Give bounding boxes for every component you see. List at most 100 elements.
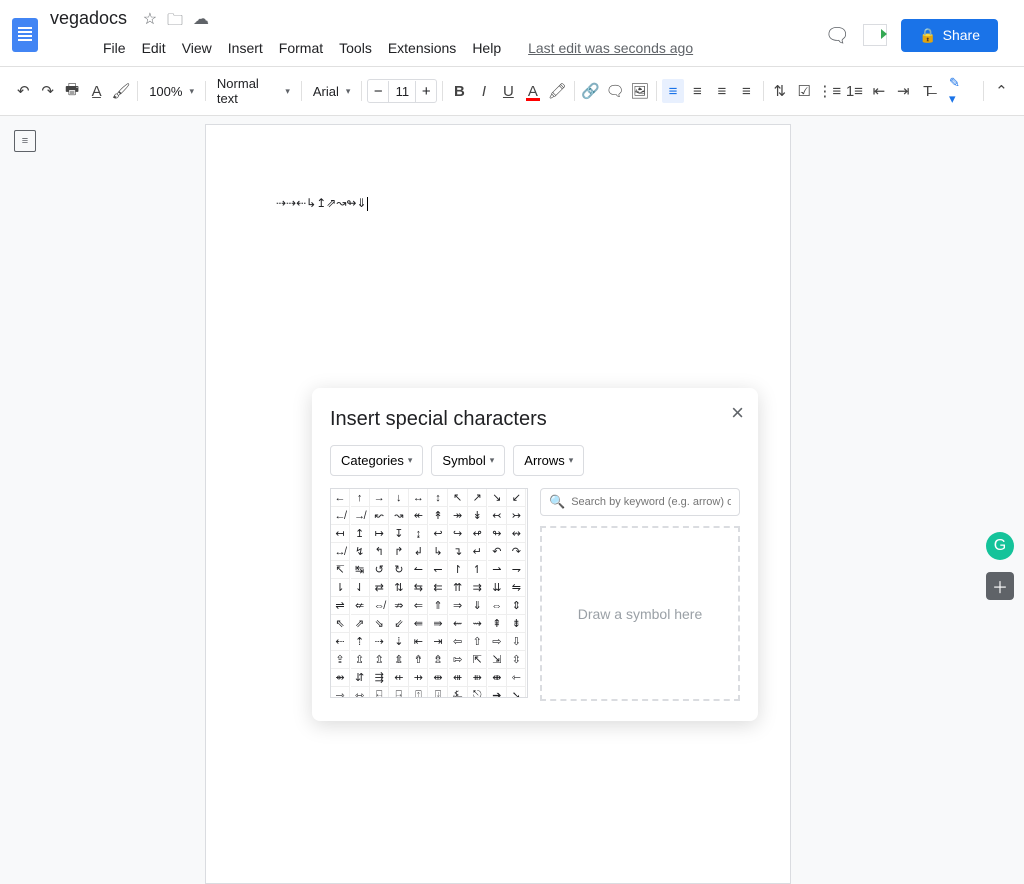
char-cell[interactable]: ⍗ [429, 687, 448, 698]
char-cell[interactable]: ← [331, 489, 350, 507]
draw-symbol-canvas[interactable]: Draw a symbol here [540, 526, 740, 701]
redo-button[interactable]: ↷ [36, 79, 58, 103]
char-cell[interactable]: ⇥ [429, 633, 448, 651]
char-cell[interactable]: ⇚ [409, 615, 428, 633]
comments-history-icon[interactable]: 🗨 [825, 23, 849, 47]
char-cell[interactable]: ↔ [409, 489, 428, 507]
char-cell[interactable]: ⇒ [449, 597, 468, 615]
docs-logo[interactable] [12, 18, 38, 52]
char-cell[interactable]: ↛ [351, 507, 370, 525]
char-cell[interactable]: ⇨ [488, 633, 507, 651]
char-cell[interactable]: ↷ [507, 543, 526, 561]
char-cell[interactable]: ↢ [488, 507, 507, 525]
char-cell[interactable]: ⇏ [390, 597, 409, 615]
menu-tools[interactable]: Tools [332, 36, 379, 60]
char-cell[interactable]: ⇔ [488, 597, 507, 615]
char-cell[interactable]: ↨ [409, 525, 428, 543]
char-cell[interactable]: ↦ [370, 525, 389, 543]
char-cell[interactable]: ⇠ [331, 633, 350, 651]
char-cell[interactable]: ↕ [429, 489, 448, 507]
char-cell[interactable]: ⇪ [331, 651, 350, 669]
font-size-input[interactable]: 11 [388, 81, 416, 102]
close-button[interactable]: × [731, 400, 744, 426]
char-cell[interactable]: ➘ [507, 687, 526, 698]
add-on-button[interactable]: ＋ [986, 572, 1014, 600]
char-cell[interactable]: ↝ [390, 507, 409, 525]
char-cell[interactable]: ⇭ [390, 651, 409, 669]
star-icon[interactable]: ☆ [143, 9, 157, 36]
char-cell[interactable]: ⇡ [351, 633, 370, 651]
char-cell[interactable]: ⇀ [488, 561, 507, 579]
char-cell[interactable]: ↽ [429, 561, 448, 579]
char-cell[interactable]: ⇣ [390, 633, 409, 651]
char-cell[interactable]: ⇙ [390, 615, 409, 633]
char-cell[interactable]: ⇢ [370, 633, 389, 651]
insert-link-button[interactable]: 🔗 [579, 79, 601, 103]
char-cell[interactable]: ↰ [370, 543, 389, 561]
char-cell[interactable]: ⇺ [449, 669, 468, 687]
char-cell[interactable]: ↶ [488, 543, 507, 561]
expand-button[interactable]: ⌃ [991, 79, 1012, 103]
char-cell[interactable]: ↳ [429, 543, 448, 561]
char-cell[interactable]: ⇊ [488, 579, 507, 597]
char-cell[interactable]: ↡ [468, 507, 487, 525]
char-cell[interactable]: ➔ [488, 687, 507, 698]
char-cell[interactable]: ⇩ [507, 633, 526, 651]
increase-indent-button[interactable]: ⇥ [892, 79, 914, 103]
char-cell[interactable]: ↤ [331, 525, 350, 543]
char-cell[interactable]: ⇄ [370, 579, 389, 597]
print-button[interactable]: 🖶 [61, 79, 83, 103]
char-cell[interactable]: ⇾ [331, 687, 350, 698]
char-cell[interactable]: ⇦ [449, 633, 468, 651]
menu-format[interactable]: Format [272, 36, 330, 60]
document-title[interactable]: vegadocs [46, 6, 131, 31]
align-justify-button[interactable]: ≡ [735, 79, 757, 103]
char-cell[interactable]: ↓ [390, 489, 409, 507]
char-cell[interactable]: ⇎ [370, 597, 389, 615]
editing-mode-button[interactable]: ✎ ▾ [941, 71, 976, 111]
char-cell[interactable]: ↑ [351, 489, 370, 507]
spellcheck-button[interactable]: A̲ [85, 79, 107, 103]
char-cell[interactable]: ⇳ [507, 651, 526, 669]
text-color-button[interactable]: A [522, 79, 544, 103]
share-button[interactable]: 🔒Share [901, 19, 998, 52]
bulleted-list-button[interactable]: ⋮≡ [817, 79, 841, 103]
increase-font-button[interactable]: + [416, 80, 436, 102]
char-cell[interactable]: ⇹ [429, 669, 448, 687]
insert-image-button[interactable]: 🖼 [628, 79, 650, 103]
char-cell[interactable]: ↻ [390, 561, 409, 579]
char-cell[interactable]: ⇕ [507, 597, 526, 615]
underline-button[interactable]: U [497, 79, 519, 103]
char-cell[interactable]: ↴ [449, 543, 468, 561]
insert-comment-button[interactable]: 🗨 [604, 79, 626, 103]
filter-symbol[interactable]: Symbol [431, 445, 505, 476]
char-cell[interactable]: ↗ [468, 489, 487, 507]
char-cell[interactable]: ⇂ [331, 579, 350, 597]
bold-button[interactable]: B [448, 79, 470, 103]
search-input[interactable] [571, 496, 731, 508]
char-cell[interactable]: ⇌ [331, 597, 350, 615]
grammarly-icon[interactable]: G [986, 532, 1014, 560]
char-cell[interactable]: ⇰ [449, 651, 468, 669]
char-cell[interactable]: ↺ [370, 561, 389, 579]
char-cell[interactable]: ⇵ [351, 669, 370, 687]
char-cell[interactable]: ⇘ [370, 615, 389, 633]
paint-format-button[interactable]: 🖌 [110, 79, 132, 103]
checklist-button[interactable]: ☑ [793, 79, 815, 103]
char-cell[interactable]: ↪ [449, 525, 468, 543]
search-box[interactable]: 🔍 [540, 488, 740, 516]
char-cell[interactable]: ⍈ [390, 687, 409, 698]
menu-file[interactable]: File [96, 36, 133, 60]
char-cell[interactable]: ⍇ [370, 687, 389, 698]
char-cell[interactable]: ⇮ [409, 651, 428, 669]
filter-categories[interactable]: Categories [330, 445, 423, 476]
char-cell[interactable]: ⇞ [488, 615, 507, 633]
undo-button[interactable]: ↶ [12, 79, 34, 103]
char-cell[interactable]: ⇬ [370, 651, 389, 669]
char-cell[interactable]: ⇧ [468, 633, 487, 651]
char-cell[interactable]: ↮ [331, 543, 350, 561]
font-select[interactable]: Arial [307, 80, 357, 103]
char-cell[interactable]: ⇈ [449, 579, 468, 597]
char-cell[interactable]: ⇶ [370, 669, 389, 687]
char-cell[interactable]: ↵ [468, 543, 487, 561]
